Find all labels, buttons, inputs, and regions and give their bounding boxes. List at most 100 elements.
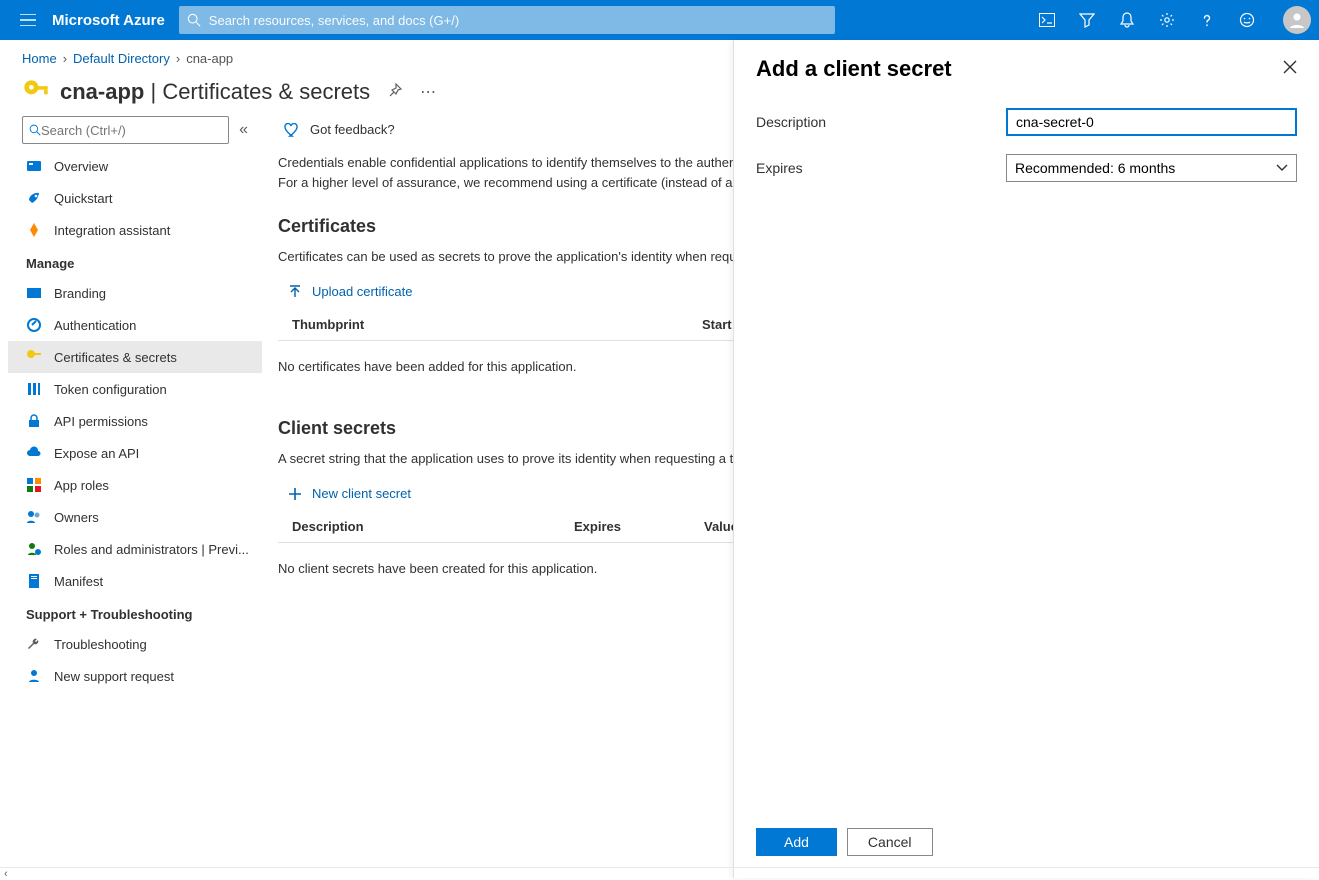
flyout-title: Add a client secret <box>756 56 952 82</box>
global-search-input[interactable] <box>201 13 827 28</box>
manifest-icon <box>26 573 42 589</box>
support-icon <box>26 668 42 684</box>
plus-icon <box>288 487 302 501</box>
crumb-current: cna-app <box>186 51 233 66</box>
chevron-right-icon: › <box>57 51 73 66</box>
cloud-shell-button[interactable] <box>1027 0 1067 40</box>
sidebar-item-label: App roles <box>54 478 109 493</box>
sidebar-item-label: Manifest <box>54 574 103 589</box>
cancel-button[interactable]: Cancel <box>847 828 933 856</box>
page-title: cna-app | Certificates & secrets <box>60 79 370 105</box>
hamburger-menu[interactable] <box>8 0 48 40</box>
description-input[interactable] <box>1006 108 1297 136</box>
sidebar-item-authentication[interactable]: Authentication <box>8 309 262 341</box>
sidebar-search-input[interactable] <box>41 123 222 138</box>
quickstart-icon <box>26 190 42 206</box>
feedback-smile-icon <box>1239 12 1255 28</box>
sidebar-item-label: Token configuration <box>54 382 167 397</box>
wrench-icon <box>26 636 42 652</box>
settings-button[interactable] <box>1147 0 1187 40</box>
description-label: Description <box>756 114 1006 130</box>
sidebar-item-roles-admins[interactable]: Roles and administrators | Previ... <box>8 533 262 565</box>
sidebar-item-label: Quickstart <box>54 191 113 206</box>
sidebar-item-label: Overview <box>54 159 108 174</box>
sidebar-group-manage: Manage <box>8 246 262 277</box>
sidebar-item-label: Branding <box>54 286 106 301</box>
sidebar-item-expose-api[interactable]: Expose an API <box>8 437 262 469</box>
sidebar-item-troubleshooting[interactable]: Troubleshooting <box>8 628 262 660</box>
owners-icon <box>26 509 42 525</box>
chevron-right-icon: › <box>170 51 186 66</box>
help-button[interactable] <box>1187 0 1227 40</box>
avatar-icon <box>1287 10 1307 30</box>
search-icon <box>187 13 201 27</box>
feedback-label: Got feedback? <box>310 122 395 137</box>
sidebar-group-support: Support + Troubleshooting <box>8 597 262 628</box>
sidebar-item-label: New support request <box>54 669 174 684</box>
expires-select[interactable]: Recommended: 6 months <box>1006 154 1297 182</box>
collapse-sidebar-button[interactable]: « <box>239 121 248 139</box>
col-description: Description <box>292 519 574 534</box>
add-button[interactable]: Add <box>756 828 837 856</box>
azure-top-bar: Microsoft Azure <box>0 0 1319 40</box>
hamburger-icon <box>20 14 36 26</box>
sidebar-item-label: API permissions <box>54 414 148 429</box>
bell-icon <box>1119 12 1135 28</box>
sidebar-item-integration-assistant[interactable]: Integration assistant <box>8 214 262 246</box>
cloud-shell-icon <box>1039 13 1055 27</box>
upload-certificate-label: Upload certificate <box>312 284 412 299</box>
sidebar-item-label: Certificates & secrets <box>54 350 177 365</box>
heart-icon <box>284 123 300 137</box>
close-button[interactable] <box>1283 60 1297 79</box>
gear-icon <box>1159 12 1175 28</box>
new-client-secret-label: New client secret <box>312 486 411 501</box>
branding-icon <box>26 285 42 301</box>
global-search[interactable] <box>179 6 835 34</box>
key-icon <box>22 78 50 106</box>
sidebar-item-label: Expose an API <box>54 446 139 461</box>
rocket-icon <box>26 222 42 238</box>
top-icon-bar <box>1027 0 1311 40</box>
sidebar-item-overview[interactable]: Overview <box>8 150 262 182</box>
expires-label: Expires <box>756 160 1006 176</box>
sidebar-item-branding[interactable]: Branding <box>8 277 262 309</box>
sidebar-item-label: Integration assistant <box>54 223 170 238</box>
horizontal-scroll-hint[interactable]: ‹ <box>0 867 1319 879</box>
expires-value: Recommended: 6 months <box>1015 160 1175 176</box>
sidebar-item-token-configuration[interactable]: Token configuration <box>8 373 262 405</box>
search-icon <box>29 124 41 136</box>
crumb-directory[interactable]: Default Directory <box>73 51 170 66</box>
sidebar-item-app-roles[interactable]: App roles <box>8 469 262 501</box>
add-client-secret-panel: Add a client secret Description Expires … <box>733 40 1319 878</box>
col-expires: Expires <box>574 519 704 534</box>
account-avatar[interactable] <box>1283 6 1311 34</box>
sidebar-item-quickstart[interactable]: Quickstart <box>8 182 262 214</box>
help-icon <box>1199 12 1215 28</box>
grid-icon <box>26 477 42 493</box>
sidebar-item-label: Troubleshooting <box>54 637 147 652</box>
sidebar-item-label: Owners <box>54 510 99 525</box>
sidebar-item-label: Roles and administrators | Previ... <box>54 542 249 557</box>
sidebar-search[interactable] <box>22 116 229 144</box>
sidebar-item-owners[interactable]: Owners <box>8 501 262 533</box>
sidebar-item-api-permissions[interactable]: API permissions <box>8 405 262 437</box>
pin-button[interactable] <box>388 83 402 102</box>
sidebar-item-label: Authentication <box>54 318 136 333</box>
chevron-down-icon <box>1276 164 1288 172</box>
roles-icon <box>26 541 42 557</box>
cloud-icon <box>26 445 42 461</box>
col-thumbprint: Thumbprint <box>292 317 702 332</box>
token-icon <box>26 381 42 397</box>
key-icon <box>26 349 42 365</box>
directory-filter-button[interactable] <box>1067 0 1107 40</box>
overview-icon <box>26 158 42 174</box>
lock-icon <box>26 413 42 429</box>
sidebar-item-certificates-secrets[interactable]: Certificates & secrets <box>8 341 262 373</box>
more-button[interactable]: ⋯ <box>420 82 436 102</box>
auth-icon <box>26 317 42 333</box>
sidebar-item-new-support-request[interactable]: New support request <box>8 660 262 692</box>
feedback-button[interactable] <box>1227 0 1267 40</box>
notifications-button[interactable] <box>1107 0 1147 40</box>
crumb-home[interactable]: Home <box>22 51 57 66</box>
sidebar-item-manifest[interactable]: Manifest <box>8 565 262 597</box>
